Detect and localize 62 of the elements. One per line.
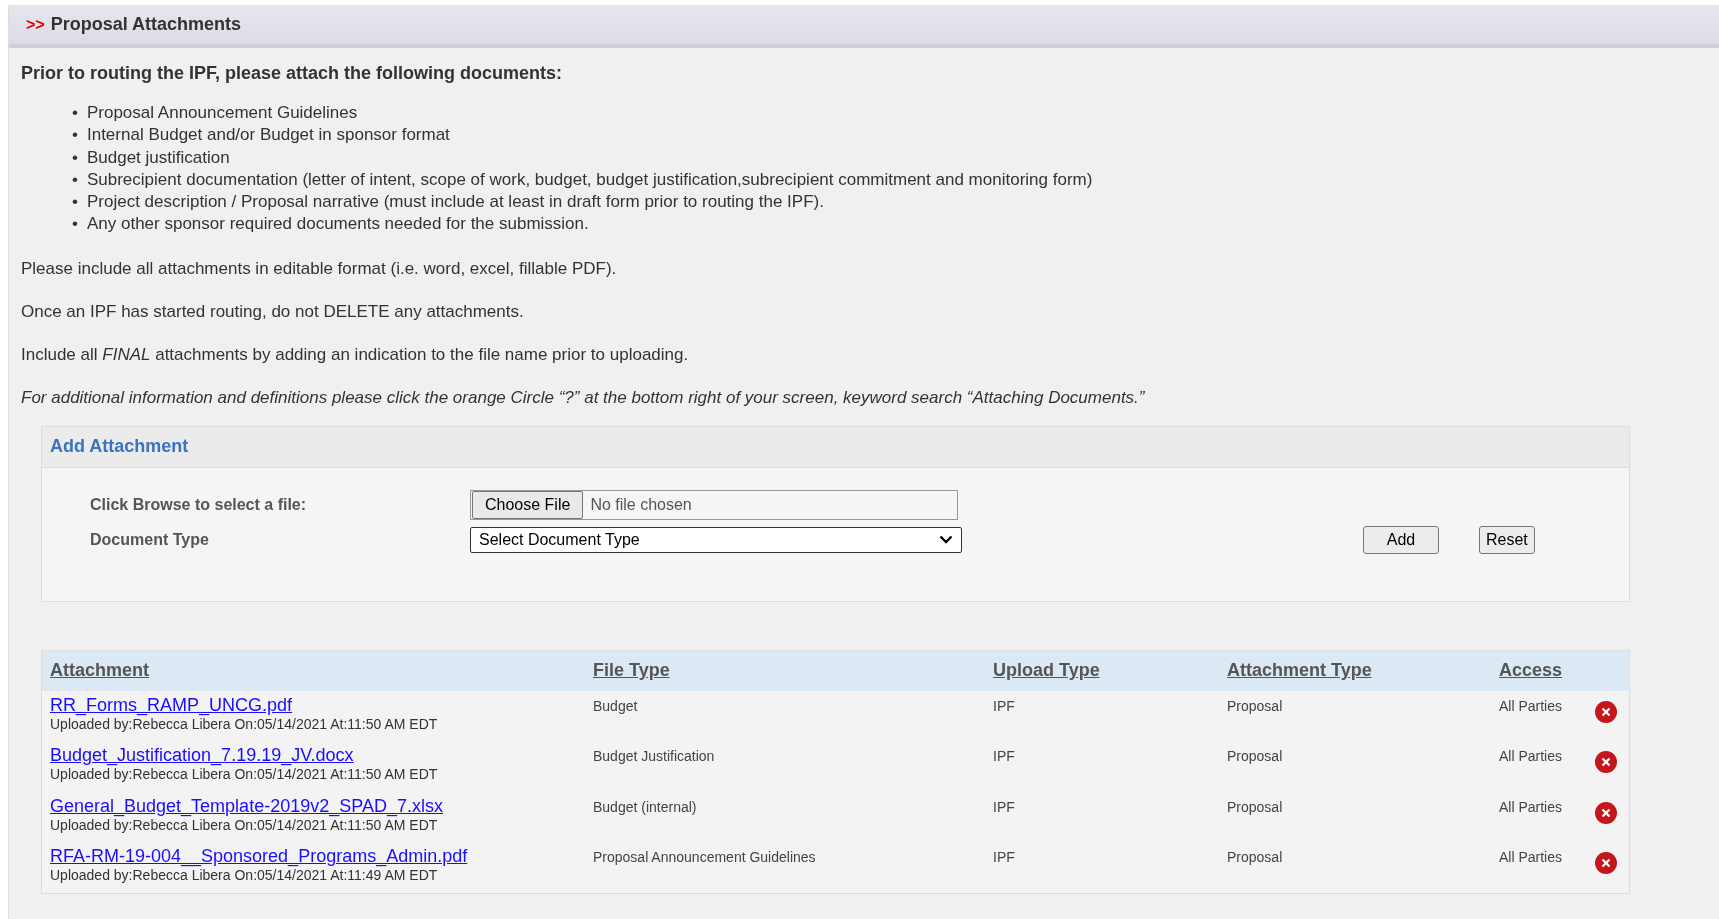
section-title: Proposal Attachments: [50, 14, 242, 35]
bullet: •: [72, 124, 78, 147]
panel-title: Add Attachment: [42, 426, 1629, 468]
table-cell-text: Proposal: [1227, 696, 1284, 716]
column-header[interactable]: Attachment Type: [1227, 660, 1499, 682]
table-cell-text: Proposal: [1227, 747, 1284, 767]
upload-info: Uploaded by:Rebecca Libera On:05/14/2021 At:11:50 AM EDT: [50, 715, 439, 732]
file-link[interactable]: Budget_Justification_7.19.19_JV.docx: [50, 745, 593, 767]
document-item: Subrecipient documentation (letter of intent, scope of work, budget, budget justification,subrecipient commitment and monitoring form): [86, 168, 1093, 191]
delete-icon[interactable]: [1594, 699, 1618, 724]
delete-icon[interactable]: [1594, 750, 1618, 775]
file-link[interactable]: RR_Forms_RAMP_UNCG.pdf: [50, 694, 593, 716]
bullet: •: [72, 168, 78, 191]
add-button[interactable]: Add: [1363, 525, 1439, 554]
file-input[interactable]: Choose File No file chosen: [470, 489, 958, 520]
upload-info: Uploaded by:Rebecca Libera On:05/14/2021 At:11:50 AM EDT: [50, 766, 439, 783]
choose-file-button[interactable]: Choose File: [472, 490, 584, 519]
intro-text: Prior to routing the IPF, please attach the following documents:: [21, 63, 564, 84]
table-cell-text: All Parties: [1499, 797, 1564, 817]
upload-info: Uploaded by:Rebecca Libera On:05/14/2021 At:11:50 AM EDT: [50, 816, 438, 833]
note-text: Once an IPF has started routing, do not DELETE any attachments.: [21, 301, 525, 322]
column-header[interactable]: Access: [1499, 660, 1594, 682]
table-cell-text: IPF: [993, 848, 1016, 868]
document-item: Project description / Proposal narrative (must include at least in draft form prior to routing the IPF).: [86, 191, 824, 214]
document-type-dropdown[interactable]: Select Document Type: [470, 526, 962, 553]
table-cell-text: All Parties: [1499, 747, 1564, 767]
document-item: Budget justification: [86, 146, 230, 169]
table-cell-text: All Parties: [1499, 848, 1564, 868]
table-cell-text: IPF: [993, 696, 1016, 716]
note-text: For additional information and definitions please click the orange Circle “?” at the bottom right of your screen, keyword search “Attaching Documents.”: [21, 387, 1146, 408]
field-label: Document Type: [90, 530, 210, 549]
table-cell-text: Proposal: [1227, 848, 1284, 868]
bullet: •: [72, 102, 78, 124]
table-cell-text: IPF: [993, 797, 1016, 817]
delete-icon[interactable]: [1594, 851, 1618, 876]
delete-icon[interactable]: [1594, 800, 1618, 825]
bullet: •: [72, 146, 78, 169]
table-cell-text: Proposal Announcement Guidelines: [593, 848, 817, 868]
table-cell-text: All Parties: [1499, 696, 1564, 716]
table-cell-text: IPF: [993, 747, 1016, 767]
note-text: Please include all attachments in editable format (i.e. word, excel, fillable PDF).: [21, 258, 618, 279]
bullet: •: [72, 191, 78, 214]
file-status: No file chosen: [590, 495, 692, 514]
file-link[interactable]: General_Budget_Template-2019v2_SPAD_7.xlsx: [50, 795, 593, 817]
reset-button[interactable]: Reset: [1479, 525, 1535, 554]
file-link[interactable]: RFA-RM-19-004__Sponsored_Programs_Admin.pdf: [50, 846, 593, 868]
column-header[interactable]: File Type: [593, 660, 993, 682]
column-header[interactable]: Attachment: [50, 660, 593, 682]
bullet: •: [72, 213, 78, 236]
note-text: Include all FINAL attachments by adding an indication to the file name prior to uploading.: [21, 344, 690, 365]
document-item: Proposal Announcement Guidelines: [86, 102, 358, 124]
table-cell-text: Budget Justification: [593, 747, 716, 767]
upload-info: Uploaded by:Rebecca Libera On:05/14/2021 At:11:49 AM EDT: [50, 867, 439, 884]
column-header[interactable]: Upload Type: [993, 660, 1227, 682]
document-item: Internal Budget and/or Budget in sponsor format: [86, 124, 450, 147]
document-item: Any other sponsor required documents needed for the submission.: [86, 213, 589, 236]
table-cell-text: Budget: [593, 696, 639, 716]
table-cell-text: Budget (internal): [593, 797, 698, 817]
chevron-icon: [939, 535, 953, 545]
expand-marker: >>: [26, 15, 45, 34]
table-cell-text: Proposal: [1227, 797, 1284, 817]
field-label: Click Browse to select a file:: [90, 495, 308, 514]
